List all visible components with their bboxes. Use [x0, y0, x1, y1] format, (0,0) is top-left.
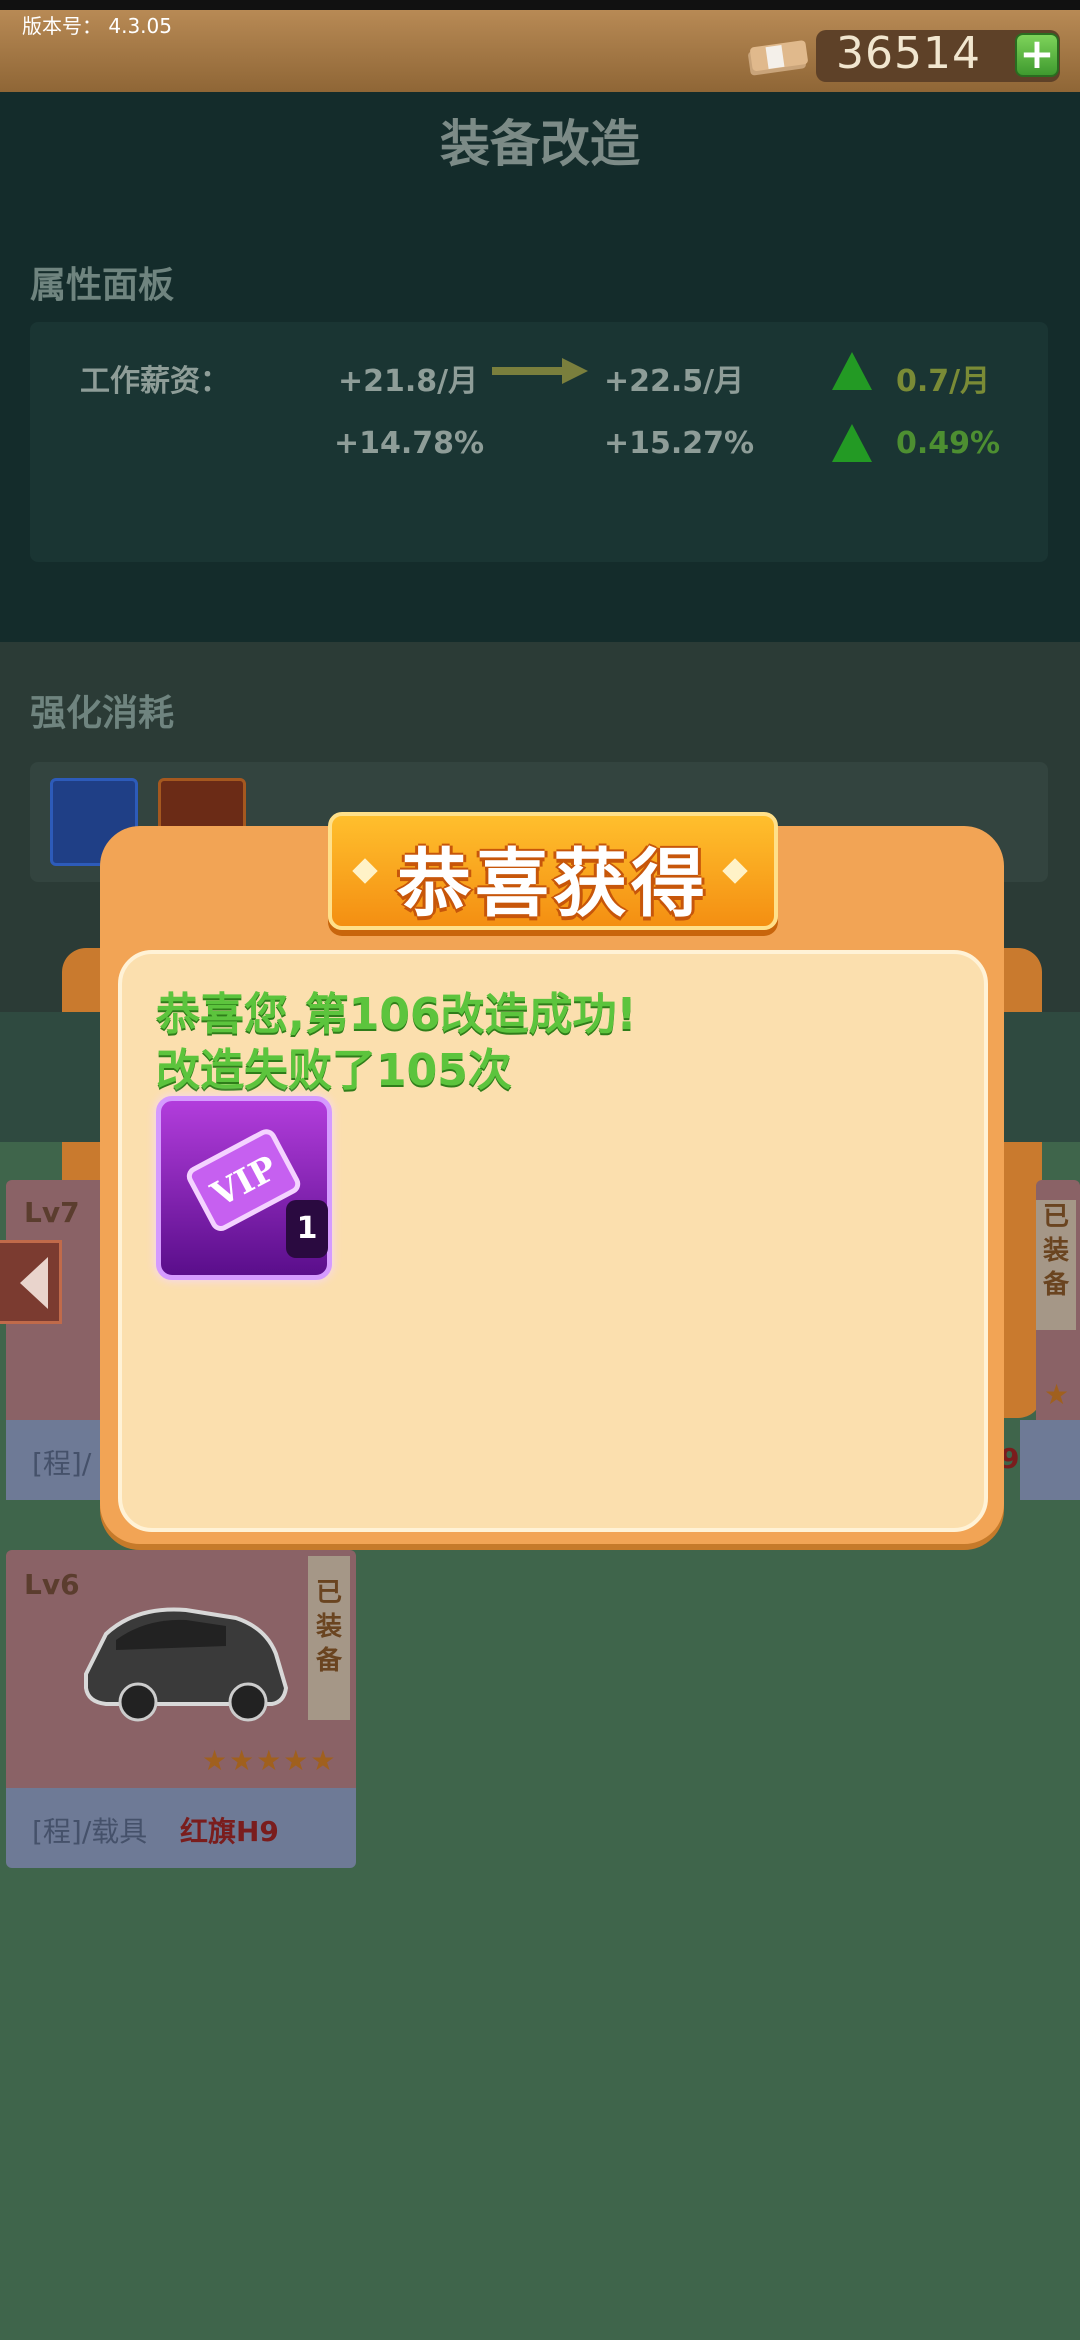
percent-to: +15.27%	[604, 426, 755, 461]
reward-count: 1	[286, 1200, 328, 1258]
equipped-badge: 已装备	[1036, 1200, 1076, 1330]
version-label: 版本号： 4.3.05	[22, 14, 172, 38]
card-name: 红旗H9	[180, 1815, 279, 1848]
percent-from: +14.78%	[334, 426, 485, 461]
card-level: Lv6	[24, 1568, 80, 1601]
cost-section-label: 强化消耗	[30, 693, 175, 734]
salary-delta: 0.7/月	[896, 364, 991, 399]
salary-to: +22.5/月	[604, 364, 745, 399]
modal-title: 恭喜获得	[397, 841, 709, 927]
equipped-badge: 已装备	[308, 1556, 350, 1720]
card-category: [程]/载具	[32, 1815, 148, 1848]
chevron-left-icon	[20, 1257, 48, 1309]
salary-label: 工作薪资：	[80, 364, 230, 399]
attr-section-label: 属性面板	[30, 265, 175, 306]
car-image	[84, 1607, 289, 1722]
increase-arrow-icon	[832, 424, 872, 462]
success-message: 恭喜您,第106改造成功!	[156, 989, 637, 1040]
card-category: [程]/	[32, 1447, 92, 1480]
percent-delta: 0.49%	[896, 426, 1001, 461]
page-title: 装备改造	[440, 115, 640, 173]
star-rating: ★★★★★	[202, 1744, 338, 1777]
card-level: Lv7	[24, 1196, 80, 1229]
fail-count-message: 改造失败了105次	[156, 1045, 512, 1096]
prev-arrow-button[interactable]	[0, 1240, 62, 1324]
increase-arrow-icon	[832, 352, 872, 390]
star-icon: ★	[1044, 1378, 1070, 1411]
card-footer	[1020, 1420, 1080, 1500]
salary-from: +21.8/月	[338, 364, 479, 399]
add-currency-button[interactable]: +	[1015, 33, 1059, 77]
cash-stack-icon	[748, 40, 808, 76]
currency-amount: 36514	[836, 28, 981, 79]
arrow-right-icon	[492, 358, 588, 384]
